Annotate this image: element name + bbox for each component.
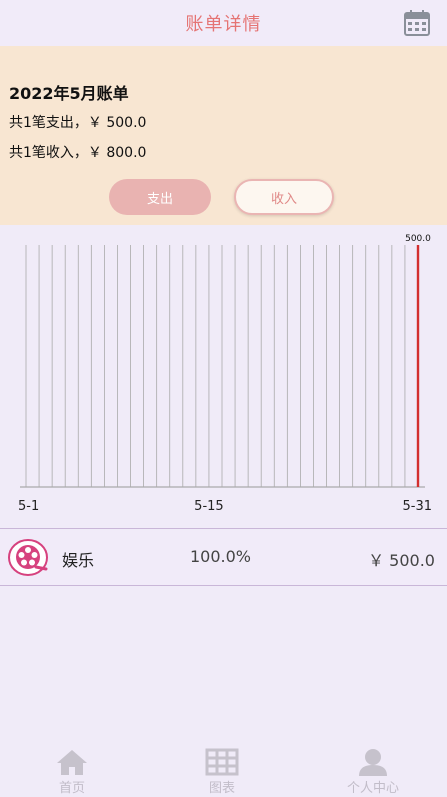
tab-home[interactable]: 首页	[32, 745, 112, 797]
calendar-icon[interactable]	[403, 9, 431, 37]
app-header: 账单详情	[0, 0, 447, 46]
tab-home-label: 首页	[58, 781, 85, 796]
user-icon	[359, 749, 387, 776]
tab-chart[interactable]: 图表	[182, 745, 262, 797]
category-name: 娱乐	[62, 551, 95, 570]
chart-bar-5-31	[416, 245, 420, 487]
daily-bar-chart: 500.0 5-1 5-15 5-31	[18, 234, 432, 514]
bottom-tab-bar: 首页 图表 个人中心	[0, 745, 447, 797]
page-title: 账单详情	[185, 14, 262, 35]
home-icon	[57, 750, 87, 775]
category-row[interactable]: 娱乐 100.0% ￥ 500.0	[0, 530, 447, 585]
income-toggle-button[interactable]: 收入	[234, 179, 334, 215]
chart-tick-label: 5-31	[402, 499, 432, 514]
expense-summary: 共1笔支出，￥ 500.0	[9, 115, 147, 131]
summary-panel: 2022年5月账单 共1笔支出，￥ 500.0 共1笔收入，￥ 800.0 支出…	[0, 46, 447, 225]
film-reel-icon	[8, 539, 48, 576]
divider	[0, 528, 447, 529]
chart-tick-label: 5-15	[194, 499, 224, 514]
month-bill-title: 2022年5月账单	[9, 84, 129, 103]
tab-user-center[interactable]: 个人中心	[328, 745, 418, 797]
tab-chart-label: 图表	[208, 781, 235, 796]
table-chart-icon	[205, 748, 239, 776]
category-amount: ￥ 500.0	[368, 551, 435, 570]
chart-data-label: 500.0	[405, 234, 431, 244]
income-summary: 共1笔收入，￥ 800.0	[9, 145, 147, 161]
tab-user-label: 个人中心	[346, 781, 399, 796]
category-percent: 100.0%	[190, 547, 252, 566]
divider	[0, 585, 447, 586]
chart-tick-label: 5-1	[18, 499, 39, 514]
expense-toggle-button[interactable]: 支出	[109, 179, 211, 215]
